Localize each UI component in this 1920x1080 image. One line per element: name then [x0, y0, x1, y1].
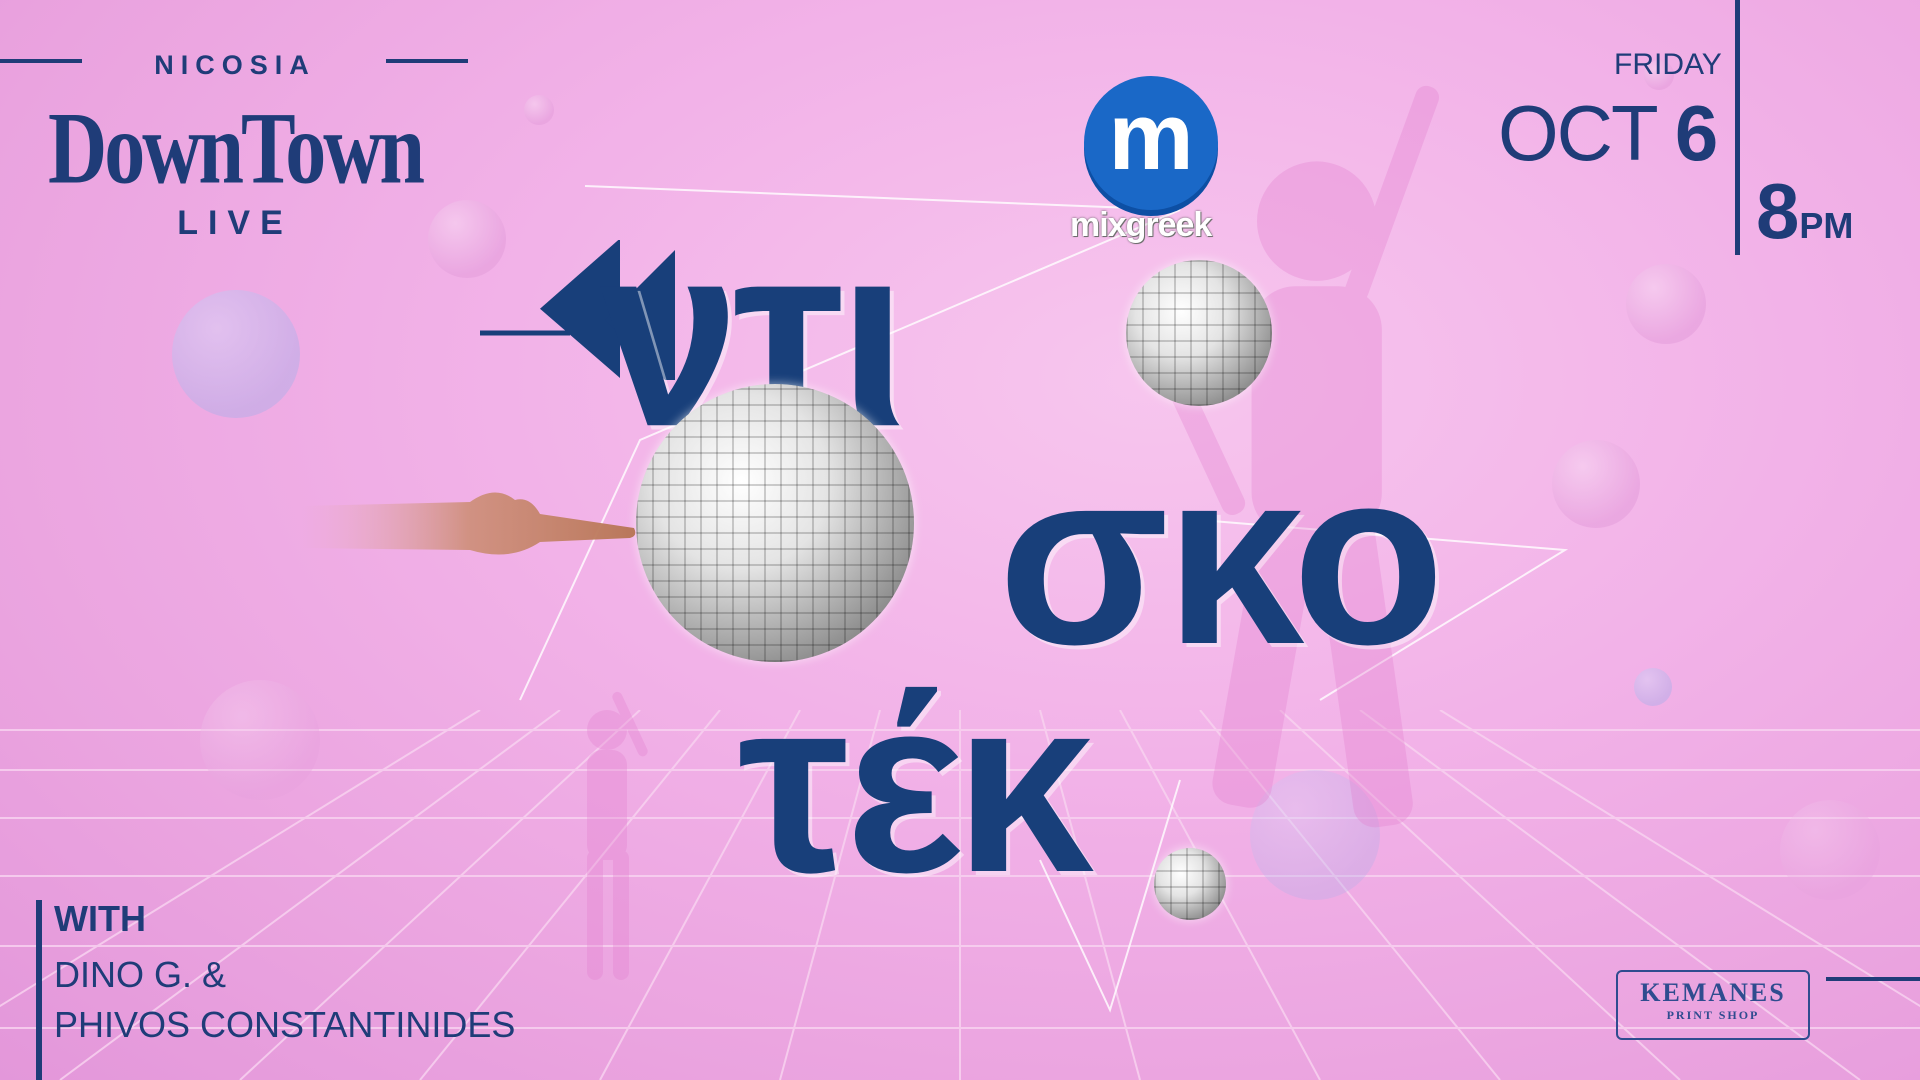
pointing-hand-image: [300, 492, 636, 555]
divider-line: [1826, 977, 1920, 981]
performer-line-1: DINO G. &: [54, 954, 227, 995]
bubble: [1626, 264, 1706, 344]
bubble: [1780, 800, 1880, 900]
bubble: [1552, 440, 1640, 528]
mixgreek-wordmark: mixgreek: [1070, 206, 1212, 244]
date-vertical-rule: [1735, 0, 1740, 255]
venue-logo-name: DownTown: [48, 91, 425, 205]
event-hour: 8: [1756, 167, 1800, 255]
event-month: OCT: [1498, 89, 1657, 177]
bubble: [1634, 668, 1672, 706]
venue-subtitle: LIVE: [177, 204, 293, 242]
performer-line-2: PHIVOS CONSTANTINIDES: [54, 1004, 516, 1045]
performers-list: DINO G. & PHIVOS CONSTANTINIDES: [54, 950, 515, 1050]
dancer-silhouette-small: [587, 691, 648, 980]
event-time: 8PM: [1756, 166, 1853, 257]
disco-ball-small: [1154, 848, 1226, 920]
print-shop-name: KEMANES: [1640, 978, 1786, 1007]
mixgreek-logo: m: [1084, 76, 1218, 210]
bubble: [172, 290, 300, 418]
event-ampm: PM: [1799, 205, 1854, 246]
event-day: FRIDAY: [1614, 48, 1722, 81]
disco-ball-medium: [1126, 260, 1272, 406]
print-shop-sub: PRINT SHOP: [1666, 1008, 1760, 1022]
performers-rule: [36, 900, 42, 1080]
title-line-3: τέκ: [738, 645, 1094, 924]
divider-line: [0, 59, 82, 63]
mixgreek-logo-letter: m: [1108, 83, 1194, 190]
disco-ball-large: [636, 384, 914, 662]
event-day-number: 6: [1674, 89, 1718, 177]
venue-city: NICOSIA: [154, 50, 316, 80]
performers-label: WITH: [54, 898, 146, 939]
bubble: [524, 95, 554, 125]
event-date: OCT 6: [1498, 88, 1718, 179]
divider-line: [386, 59, 468, 63]
bubble: [200, 680, 320, 800]
print-shop-logo: KEMANES PRINT SHOP: [1616, 970, 1810, 1040]
